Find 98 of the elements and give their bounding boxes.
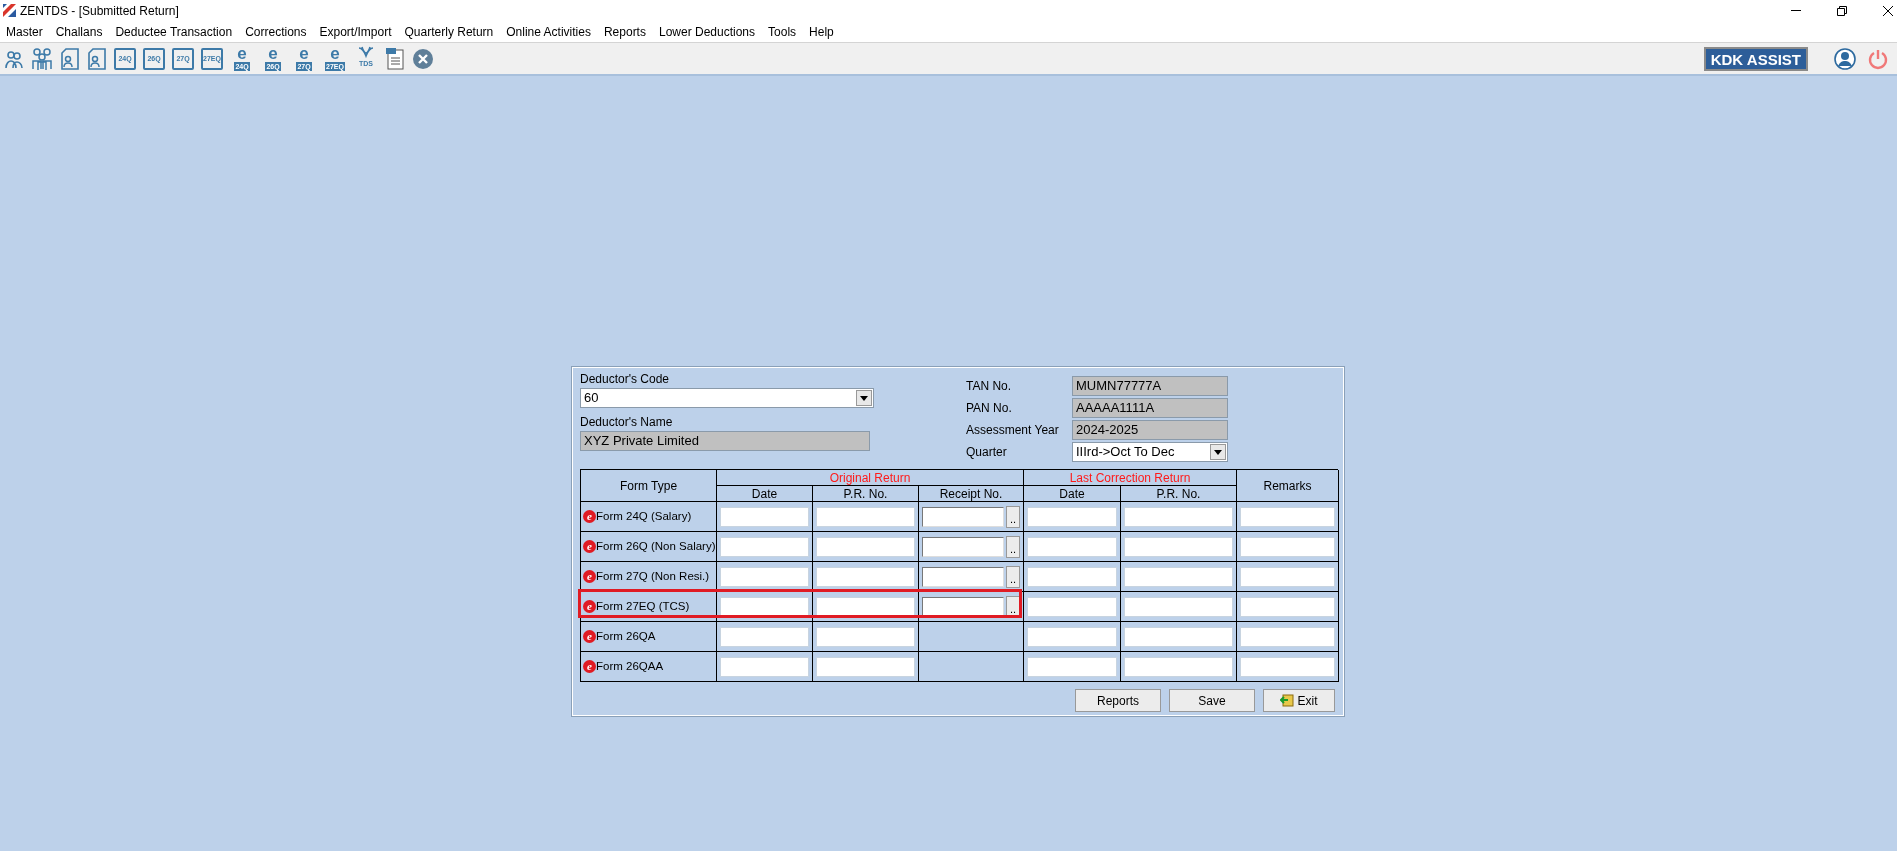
input-field[interactable]: [816, 536, 915, 557]
field-label: Quarter: [966, 444, 1008, 461]
action-button[interactable]: Save: [1169, 689, 1255, 712]
menu-item[interactable]: Help: [809, 22, 834, 41]
input-field[interactable]: [1124, 596, 1233, 617]
input-field[interactable]: [816, 626, 915, 647]
form-type-label: Form 26Q (Non Salary): [596, 538, 716, 554]
input-field[interactable]: [816, 596, 915, 617]
input-field[interactable]: [1240, 656, 1335, 677]
deductor-code-dropdown[interactable]: 60: [580, 388, 874, 408]
input-field[interactable]: [1027, 506, 1117, 527]
field-label: PAN No.: [966, 400, 1013, 417]
input-field[interactable]: [1240, 626, 1335, 647]
menu-item[interactable]: Challans: [55, 22, 103, 41]
input-field[interactable]: [1124, 566, 1233, 587]
input-field[interactable]: [1240, 566, 1335, 587]
field-label: Deductor's Name: [580, 414, 674, 431]
e-filing-icon: e: [583, 540, 596, 553]
quarter-dropdown[interactable]: IIIrd->Oct To Dec: [1072, 442, 1228, 462]
exit-button[interactable]: Exit: [1263, 689, 1335, 712]
group-header: Last Correction Return: [1069, 469, 1191, 487]
input-field[interactable]: [1027, 596, 1117, 617]
input-field[interactable]: [816, 656, 915, 677]
menu-item[interactable]: Export/Import: [319, 22, 392, 41]
browse-button[interactable]: ..: [1006, 505, 1020, 528]
app-logo-icon: [3, 4, 16, 17]
window-title: ZENTDS - [Submitted Return]: [20, 2, 179, 20]
browse-button[interactable]: ..: [1006, 535, 1020, 558]
menu-item[interactable]: Quarterly Return: [404, 22, 494, 41]
column-header: Form Type: [619, 477, 678, 495]
field-label: TAN No.: [966, 378, 1013, 395]
input-field[interactable]: [1027, 566, 1117, 587]
input-field[interactable]: [1240, 506, 1335, 527]
input-field[interactable]: [720, 596, 809, 617]
input-field[interactable]: [720, 506, 809, 527]
form-type-label: Form 26QA: [596, 628, 656, 644]
input-field[interactable]: [1240, 536, 1335, 557]
menu-item[interactable]: Lower Deductions: [658, 22, 756, 41]
receipt-field[interactable]: [922, 536, 1004, 557]
menu-item[interactable]: Tools: [768, 22, 797, 41]
minimize-icon[interactable]: [1791, 10, 1801, 11]
power-icon[interactable]: [1867, 47, 1889, 70]
exit-door-icon: [1280, 694, 1295, 707]
pan-field[interactable]: AAAAA1111A: [1072, 398, 1228, 418]
column-header: P.R. No.: [843, 485, 888, 503]
group-icon[interactable]: [31, 46, 53, 71]
document-person-icon[interactable]: [87, 46, 107, 71]
field-label: Deductor's Code: [580, 371, 670, 388]
e-filing-icon: e: [583, 660, 596, 673]
close-icon[interactable]: [1883, 5, 1893, 16]
deductor-name-field[interactable]: XYZ Private Limited: [580, 431, 870, 451]
receipt-field[interactable]: [922, 596, 1004, 617]
column-header: Receipt No.: [939, 485, 1003, 503]
restore-icon[interactable]: [1837, 5, 1847, 16]
action-button[interactable]: Reports: [1075, 689, 1161, 712]
assist-button[interactable]: KDK ASSIST: [1703, 46, 1808, 71]
browse-button[interactable]: ..: [1006, 565, 1020, 588]
form-type-label: Form 26QAA: [596, 658, 664, 674]
input-field[interactable]: [816, 566, 915, 587]
form-type-label: Form 27Q (Non Resi.): [596, 568, 710, 584]
user-icon[interactable]: [1834, 47, 1856, 70]
input-field[interactable]: [720, 656, 809, 677]
form-type-label: Form 24Q (Salary): [596, 508, 692, 524]
menu-item[interactable]: Master: [6, 22, 43, 41]
menu-item[interactable]: Online Activities: [506, 22, 591, 41]
input-field[interactable]: [720, 566, 809, 587]
field-label: Assessment Year: [966, 422, 1060, 439]
input-field[interactable]: [720, 626, 809, 647]
form-type-label: Form 27EQ (TCS): [596, 598, 690, 614]
e-filing-icon: e: [583, 510, 596, 523]
receipt-field[interactable]: [922, 506, 1004, 527]
input-field[interactable]: [1027, 656, 1117, 677]
input-field[interactable]: [1240, 596, 1335, 617]
input-field[interactable]: [816, 506, 915, 527]
menu-item[interactable]: Deductee Transaction: [115, 22, 233, 41]
e-filing-icon: e: [583, 600, 596, 613]
pdf-document-icon[interactable]: [385, 46, 405, 71]
input-field[interactable]: [1124, 656, 1233, 677]
e-filing-icon: e: [583, 570, 596, 583]
input-field[interactable]: [720, 536, 809, 557]
column-header: Remarks: [1263, 477, 1312, 495]
menu-item[interactable]: Corrections: [245, 22, 307, 41]
e-filing-icon: e: [583, 630, 596, 643]
receipt-field[interactable]: [922, 566, 1004, 587]
input-field[interactable]: [1027, 626, 1117, 647]
column-header: P.R. No.: [1156, 485, 1201, 503]
assessment-year-field[interactable]: 2024-2025: [1072, 420, 1228, 440]
input-field[interactable]: [1124, 536, 1233, 557]
column-header: Date: [751, 485, 778, 503]
tan-field[interactable]: MUMN77777A: [1072, 376, 1228, 396]
input-field[interactable]: [1027, 536, 1117, 557]
browse-button[interactable]: ..: [1006, 595, 1020, 618]
document-person-icon[interactable]: [60, 46, 80, 71]
column-header: Date: [1059, 485, 1085, 503]
input-field[interactable]: [1124, 626, 1233, 647]
group-header: Original Return: [829, 469, 911, 487]
menu-item[interactable]: Reports: [603, 22, 646, 41]
input-field[interactable]: [1124, 506, 1233, 527]
